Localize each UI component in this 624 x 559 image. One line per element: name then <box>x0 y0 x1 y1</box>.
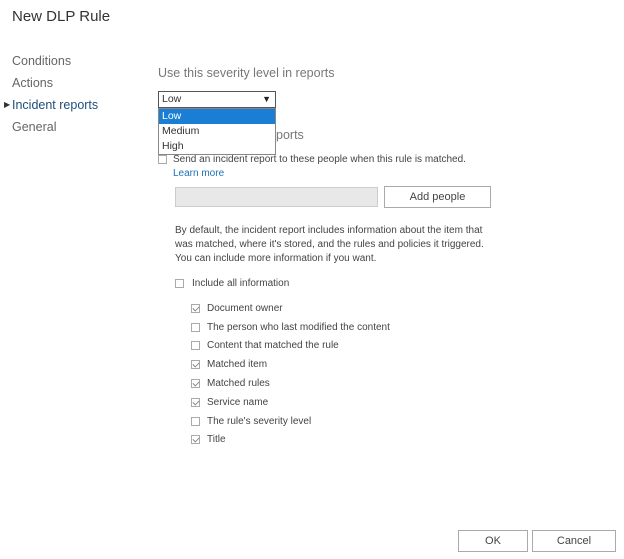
incident-reports-heading: ports <box>276 128 304 142</box>
info-option-label: Content that matched the rule <box>207 340 339 352</box>
info-options-list: Document owner The person who last modif… <box>191 299 390 449</box>
severity-select[interactable]: Low ▼ <box>158 91 276 108</box>
nav-item-incident-reports[interactable]: ▶ Incident reports <box>4 94 99 116</box>
nav-item-label: Actions <box>12 76 53 90</box>
title-checkbox[interactable] <box>191 435 200 445</box>
include-all-label: Include all information <box>192 278 290 289</box>
nav-item-label: General <box>12 120 57 134</box>
nav-item-conditions[interactable]: Conditions <box>12 50 98 72</box>
send-report-label: Send an incident report to these people … <box>173 154 466 165</box>
severity-option-high[interactable]: High <box>159 139 275 154</box>
matched-content-checkbox[interactable] <box>191 341 200 351</box>
cancel-button[interactable]: Cancel <box>532 530 616 552</box>
severity-dropdown-list: Low Medium High <box>158 108 276 155</box>
ok-button[interactable]: OK <box>458 530 528 552</box>
info-option-row: Matched rules <box>191 374 390 393</box>
info-option-row: Service name <box>191 393 390 412</box>
service-name-checkbox[interactable] <box>191 397 200 407</box>
nav-item-label: Incident reports <box>12 98 99 112</box>
info-description: By default, the incident report includes… <box>175 225 484 264</box>
info-option-row: The rule's severity level <box>191 412 390 431</box>
add-people-button[interactable]: Add people <box>384 186 491 208</box>
selected-arrow-icon: ▶ <box>4 100 11 109</box>
info-option-label: Title <box>207 434 226 446</box>
page-title: New DLP Rule <box>12 8 111 25</box>
learn-more-link[interactable]: Learn more <box>173 168 224 179</box>
severity-option-low[interactable]: Low <box>159 109 275 124</box>
info-option-label: The rule's severity level <box>207 415 312 427</box>
info-option-label: The person who last modified the content <box>207 321 390 333</box>
severity-label: Use this severity level in reports <box>158 66 335 80</box>
info-option-row: Matched item <box>191 355 390 374</box>
matched-item-checkbox[interactable] <box>191 360 200 370</box>
last-modifier-checkbox[interactable] <box>191 322 200 332</box>
nav-item-general[interactable]: General <box>12 116 98 138</box>
send-report-checkbox[interactable] <box>158 155 167 164</box>
info-option-label: Service name <box>207 396 269 408</box>
info-option-row: Content that matched the rule <box>191 337 390 356</box>
include-all-row: Include all information <box>175 278 289 289</box>
dropdown-caret-icon: ▼ <box>262 94 271 104</box>
severity-level-checkbox[interactable] <box>191 416 200 426</box>
info-option-label: Matched item <box>207 359 268 371</box>
info-option-row: The person who last modified the content <box>191 318 390 337</box>
include-all-checkbox[interactable] <box>175 278 184 288</box>
side-nav: Conditions Actions ▶ Incident reports Gen… <box>4 50 99 138</box>
nav-item-actions[interactable]: Actions <box>12 72 98 94</box>
matched-rules-checkbox[interactable] <box>191 379 200 389</box>
severity-option-medium[interactable]: Medium <box>159 124 275 139</box>
nav-item-label: Conditions <box>12 54 72 68</box>
info-option-label: Matched rules <box>207 378 270 390</box>
severity-selected-value: Low <box>162 93 182 105</box>
info-option-row: Title <box>191 431 390 450</box>
people-input[interactable] <box>175 187 378 207</box>
info-option-label: Document owner <box>207 302 283 314</box>
info-option-row: Document owner <box>191 299 390 318</box>
document-owner-checkbox[interactable] <box>191 303 200 313</box>
